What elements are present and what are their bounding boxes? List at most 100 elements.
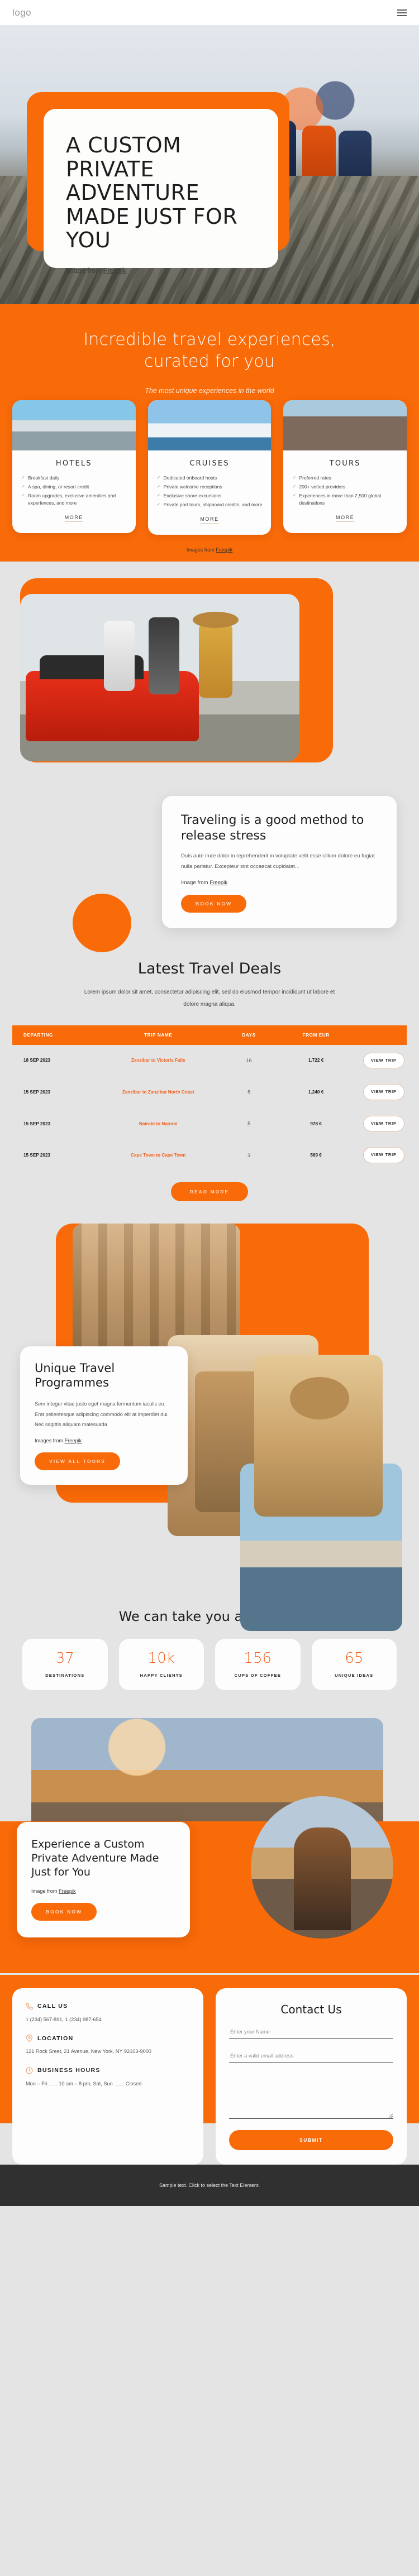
stress-photo xyxy=(20,593,299,761)
programmes-credit-prefix: Images from xyxy=(35,1437,65,1443)
programmes-credit-link[interactable]: Freepik xyxy=(65,1438,82,1443)
view-trip-button[interactable]: VIEW TRIP xyxy=(363,1052,404,1069)
contact-call-row: CALL US 1 (234) 567-891, 1 (234) 987-654 xyxy=(26,2003,190,2025)
name-field[interactable] xyxy=(229,2026,393,2039)
view-trip-button[interactable]: VIEW TRIP xyxy=(363,1115,404,1132)
contact-call-head: CALL US xyxy=(26,2003,190,2010)
contact-location-title: LOCATION xyxy=(37,2035,74,2042)
hotels-more-link[interactable]: MORE xyxy=(64,515,84,522)
programmes-title: Unique Travel Programmes xyxy=(35,1361,115,1390)
hamburger-icon[interactable] xyxy=(397,9,407,16)
cta-section: Experience a Custom Private Adventure Ma… xyxy=(0,1712,419,1975)
page-root: logo A CUSTOM PRIVATE ADVENTURE MADE JUS… xyxy=(0,0,419,2206)
contact-location-value: 121 Rock Sreet, 21 Avenue, New York, NY … xyxy=(26,2049,151,2055)
tours-image xyxy=(283,400,407,450)
clock-24-icon xyxy=(26,2067,33,2074)
list-item: Private port tours, shipboard credits, a… xyxy=(157,501,264,509)
stress-orange-circle xyxy=(73,893,131,952)
deals-section: Latest Travel Deals Lorem ipsum dolor si… xyxy=(0,952,419,1218)
view-all-tours-button[interactable]: VIEW ALL TOURS xyxy=(35,1452,120,1470)
stat-number: 156 xyxy=(244,1650,272,1667)
cta-credit-prefix: Image from xyxy=(31,1888,59,1894)
tours-title: TOURS xyxy=(329,459,361,468)
table-row: 15 SEP 2023 Nairobi to Nairobi 5 978 € V… xyxy=(12,1108,407,1140)
programmes-body: Sem integer vitae justo eget magna ferme… xyxy=(35,1401,169,1428)
cell-days: 5 xyxy=(247,1121,251,1126)
contact-form-heading: Contact Us xyxy=(280,2002,342,2016)
site-logo[interactable]: logo xyxy=(12,7,31,18)
cell-price: 1.722 € xyxy=(308,1058,324,1063)
deals-readmore-wrap: READ MORE xyxy=(0,1182,419,1201)
stat-happy-clients: 10k HAPPY CLIENTS xyxy=(118,1638,204,1690)
submit-button[interactable]: SUBMIT xyxy=(229,2129,393,2150)
experience-card-hotels[interactable]: HOTELS Breakfast daily A spa, dining, or… xyxy=(12,400,136,533)
cell-price: 569 € xyxy=(310,1153,322,1158)
cell-departing: 15 SEP 2023 xyxy=(23,1089,51,1095)
list-item: A spa, dining, or resort credit xyxy=(21,483,128,491)
email-field[interactable] xyxy=(229,2050,393,2063)
tours-more-link[interactable]: MORE xyxy=(335,515,355,522)
hero-credit-prefix: Image from xyxy=(66,266,103,275)
site-header: logo xyxy=(0,0,419,25)
hero-credit-link[interactable]: Freepik xyxy=(103,267,127,275)
cruises-more-link[interactable]: MORE xyxy=(200,516,219,524)
column-header-days: DAYS xyxy=(242,1032,256,1038)
hero-person-4 xyxy=(339,131,372,193)
list-item: Dedicated onboard hosts xyxy=(157,474,264,482)
list-item: 200+ vetted providers xyxy=(292,483,399,491)
stress-credit-link[interactable]: Freepik xyxy=(210,880,227,886)
stress-person-3 xyxy=(193,612,239,698)
hero-section: A CUSTOM PRIVATE ADVENTURE MADE JUST FOR… xyxy=(0,25,419,304)
phone-icon xyxy=(26,2003,33,2010)
stat-number: 65 xyxy=(345,1650,364,1667)
hero-person-3 xyxy=(302,126,336,193)
cta-book-now-button[interactable]: BOOK NOW xyxy=(31,1903,97,1921)
hero-credit: Image from Freepik xyxy=(66,267,256,275)
column-header-from-eur: FROM EUR xyxy=(302,1032,330,1038)
contact-info-card: CALL US 1 (234) 567-891, 1 (234) 987-654… xyxy=(12,1988,203,2165)
tours-feature-list: Preferred rates 200+ vetted providers Ex… xyxy=(283,474,407,507)
bottom-bar: Sample text. Click to select the Text El… xyxy=(0,2164,419,2206)
experiences-heading: Incredible travel experiences, curated f… xyxy=(83,330,336,371)
contact-call-value[interactable]: 1 (234) 567-891, 1 (234) 987-654 xyxy=(26,2014,190,2025)
cta-round-photo xyxy=(251,1796,393,1939)
cta-card: Experience a Custom Private Adventure Ma… xyxy=(17,1821,190,1938)
experience-card-tours[interactable]: TOURS Preferred rates 200+ vetted provid… xyxy=(283,400,407,533)
experiences-credit-link[interactable]: Freepik xyxy=(216,547,232,553)
stat-label: DESTINATIONS xyxy=(45,1673,85,1678)
contact-location-head: LOCATION xyxy=(26,2035,190,2042)
deals-table-header: DEPARTING TRIP NAME DAYS FROM EUR xyxy=(12,1025,407,1045)
stat-label: HAPPY CLIENTS xyxy=(140,1673,183,1678)
contact-hours-title: BUSINESS HOURS xyxy=(37,2067,101,2074)
cta-title: Experience a Custom Private Adventure Ma… xyxy=(31,1838,159,1879)
message-field[interactable] xyxy=(229,2074,393,2119)
footer-contact-section: CALL US 1 (234) 567-891, 1 (234) 987-654… xyxy=(0,1974,419,2165)
read-more-button[interactable]: READ MORE xyxy=(170,1182,249,1201)
contact-hours-value: Mon – Fri ...... 10 am – 8 pm, Sat, Sun … xyxy=(26,2080,142,2086)
stress-person-1 xyxy=(104,620,135,691)
cell-trip-name[interactable]: Zanzibar to Zanzibar North Coast xyxy=(122,1090,194,1095)
stress-section: Traveling is a good method to release st… xyxy=(0,561,419,952)
cell-departing: 18 SEP 2023 xyxy=(23,1058,51,1063)
cta-credit-link[interactable]: Freepik xyxy=(59,1888,76,1894)
programmes-photo-desert xyxy=(254,1354,383,1517)
column-header-departing: DEPARTING xyxy=(23,1032,54,1038)
programmes-card: Unique Travel Programmes Sem integer vit… xyxy=(20,1346,188,1485)
experience-card-cruises[interactable]: CRUISES Dedicated onboard hosts Private … xyxy=(147,400,272,535)
cell-trip-name[interactable]: Zanzibar to Victoria Falls xyxy=(131,1058,185,1063)
programmes-credit: Images from Freepik xyxy=(35,1438,173,1443)
stat-unique-ideas: 65 UNIQUE IDEAS xyxy=(311,1638,397,1690)
programmes-section: Unique Travel Programmes Sem integer vit… xyxy=(0,1217,419,1631)
stress-person-2 xyxy=(149,617,179,694)
experience-cards: HOTELS Breakfast daily A spa, dining, or… xyxy=(0,395,419,535)
stat-number: 10k xyxy=(147,1650,175,1667)
deals-heading: Latest Travel Deals xyxy=(137,960,282,977)
view-trip-button[interactable]: VIEW TRIP xyxy=(363,1147,404,1163)
experiences-credit: Images from Freepik xyxy=(0,535,419,562)
footer-text[interactable]: Sample text. Click to select the Text El… xyxy=(159,2182,260,2188)
cell-trip-name[interactable]: Nairobi to Nairobi xyxy=(139,1121,178,1126)
view-trip-button[interactable]: VIEW TRIP xyxy=(363,1084,404,1100)
cell-trip-name[interactable]: Cape Town to Cape Town xyxy=(131,1153,185,1158)
stress-book-now-button[interactable]: BOOK NOW xyxy=(181,895,247,913)
stress-title: Traveling is a good method to release st… xyxy=(181,813,364,843)
